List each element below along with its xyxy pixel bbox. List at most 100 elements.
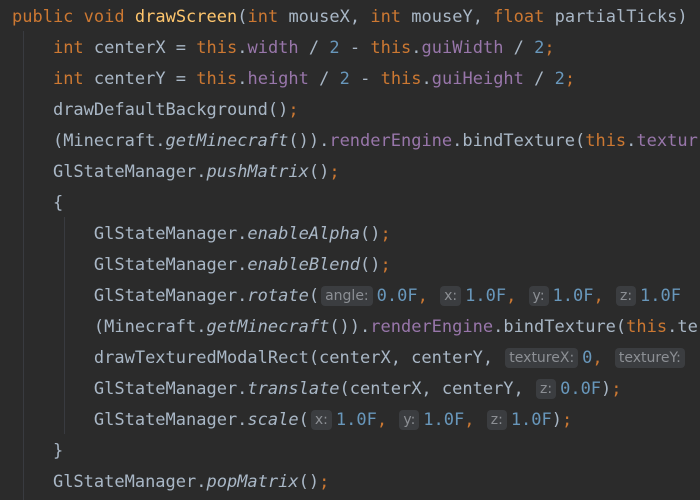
token: mouseX, xyxy=(278,7,371,27)
token: , xyxy=(592,348,613,368)
token: public xyxy=(12,7,74,27)
token: ; xyxy=(611,379,622,399)
parameter-hint: y: xyxy=(528,286,549,306)
token: / xyxy=(523,69,555,89)
token: 0.0F xyxy=(560,379,602,399)
code-line-15[interactable]: } xyxy=(0,436,63,467)
token: void xyxy=(83,7,125,27)
token: ; xyxy=(380,224,391,244)
code-line-3[interactable]: int centerY = this.height / 2 - this.gui… xyxy=(0,64,575,95)
token: (Minecraft. xyxy=(93,317,207,337)
token: enableBlend xyxy=(247,255,361,275)
parameter-hint: x: xyxy=(440,286,462,306)
code-line-12[interactable]: drawTexturedModalRect(centerX, centerY, … xyxy=(0,343,689,374)
token: float xyxy=(493,7,545,27)
token: () xyxy=(360,255,381,275)
code-line-16[interactable]: GlStateManager.popMatrix(); xyxy=(0,467,329,498)
token: centerX = xyxy=(83,38,197,58)
token: this xyxy=(380,69,422,89)
token: centerY = xyxy=(83,69,197,89)
token: ()). xyxy=(329,317,371,337)
token: / xyxy=(503,38,535,58)
token: ; xyxy=(319,472,330,492)
token: rotate xyxy=(247,286,309,306)
token: 1.0F xyxy=(335,410,377,430)
token: () xyxy=(360,224,381,244)
token: , xyxy=(464,410,485,430)
token: ()). xyxy=(288,131,330,151)
code-line-7[interactable]: { xyxy=(0,188,63,219)
token: 0 xyxy=(582,348,593,368)
token: guiWidth xyxy=(421,38,504,58)
token: drawDefaultBackground() xyxy=(52,100,289,120)
parameter-hint: angle: xyxy=(321,286,373,306)
token: (centerX, centerY, xyxy=(339,379,535,399)
code-line-8[interactable]: GlStateManager.enableAlpha(); xyxy=(0,219,391,250)
code-line-9[interactable]: GlStateManager.enableBlend(); xyxy=(0,250,391,281)
token: GlStateManager. xyxy=(93,410,248,430)
parameter-hint: z: xyxy=(536,379,557,399)
token: drawScreen xyxy=(134,7,238,27)
token: - xyxy=(339,38,371,58)
token: textur xyxy=(636,131,698,151)
token: int xyxy=(52,69,84,89)
token: GlStateManager. xyxy=(93,224,248,244)
parameter-hint: y: xyxy=(399,410,420,430)
token: 1.0F xyxy=(465,286,507,306)
token: renderEngine xyxy=(329,131,453,151)
parameter-hint: z: xyxy=(486,410,507,430)
token: . xyxy=(421,69,432,89)
token: partialTicks) xyxy=(544,7,688,27)
code-line-11[interactable]: (Minecraft.getMinecraft()).renderEngine.… xyxy=(0,312,698,343)
code-line-10[interactable]: GlStateManager.rotate(angle: 0.0F, x: 1.0F… xyxy=(0,281,681,312)
token: guiHeight xyxy=(431,69,524,89)
token: } xyxy=(52,441,64,461)
token: int xyxy=(247,7,279,27)
token: GlStateManager. xyxy=(93,379,248,399)
token: / xyxy=(308,69,340,89)
token: () xyxy=(298,472,320,492)
token: ; xyxy=(544,38,555,58)
token: . xyxy=(411,38,422,58)
token: ( xyxy=(237,7,248,27)
parameter-hint: z: xyxy=(615,286,637,306)
code-line-1[interactable]: public void drawScreen(int mouseX, int m… xyxy=(0,2,688,33)
token: / xyxy=(298,38,330,58)
code-line-14[interactable]: GlStateManager.scale(x: 1.0F, y: 1.0F, z: 1… xyxy=(0,405,572,436)
token: ; xyxy=(288,100,299,120)
token: ; xyxy=(562,410,573,430)
token: enableAlpha xyxy=(247,224,361,244)
code-line-4[interactable]: drawDefaultBackground(); xyxy=(0,95,299,126)
code-editor[interactable]: public void drawScreen(int mouseX, int m… xyxy=(0,0,700,500)
token: mouseY, xyxy=(401,7,494,27)
token: . xyxy=(237,38,248,58)
code-line-2[interactable]: int centerX = this.width / 2 - this.guiW… xyxy=(0,33,555,64)
token: 1.0F xyxy=(510,410,552,430)
token: 2 xyxy=(534,38,545,58)
token: 1.0F xyxy=(552,286,594,306)
code-line-5[interactable]: (Minecraft.getMinecraft()).renderEngine.… xyxy=(0,126,698,157)
token: scale xyxy=(247,410,299,430)
token: ; xyxy=(564,69,576,89)
token: drawTexturedModalRect(centerX, centerY, xyxy=(93,348,504,368)
token: this xyxy=(585,131,627,151)
token: GlStateManager. xyxy=(52,472,207,492)
token: ( xyxy=(308,286,320,306)
code-line-13[interactable]: GlStateManager.translate(centerX, center… xyxy=(0,374,622,405)
token: - xyxy=(349,69,381,89)
code-line-6[interactable]: GlStateManager.pushMatrix(); xyxy=(0,157,340,188)
token: () xyxy=(308,162,330,182)
token: GlStateManager. xyxy=(93,255,248,275)
token: ) xyxy=(601,379,612,399)
token: getMinecraft xyxy=(165,131,289,151)
token: { xyxy=(52,193,64,213)
token: 1.0F xyxy=(423,410,465,430)
token: int xyxy=(370,7,402,27)
parameter-hint: x: xyxy=(310,410,332,430)
token: , xyxy=(376,410,398,430)
token: . xyxy=(237,69,248,89)
token: 2 xyxy=(339,69,350,89)
token: , xyxy=(506,286,527,306)
token: height xyxy=(247,69,309,89)
